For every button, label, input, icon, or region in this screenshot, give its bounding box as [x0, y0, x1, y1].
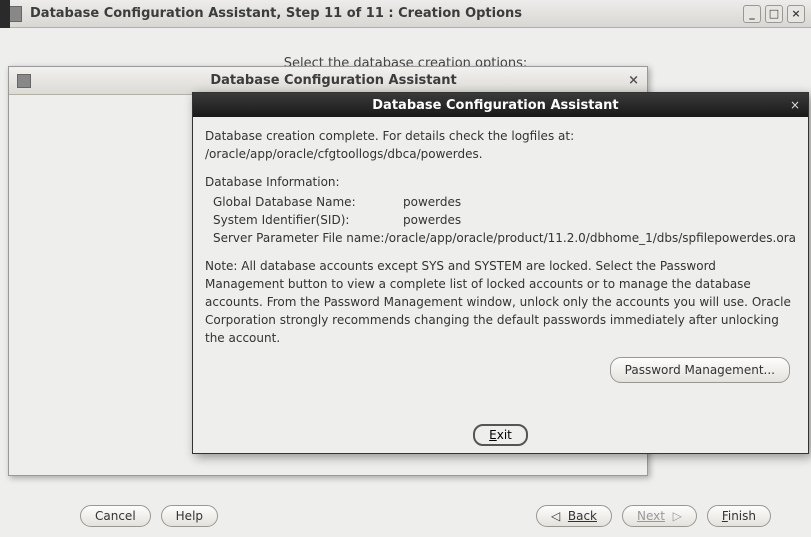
cancel-button[interactable]: Cancel [80, 505, 151, 527]
maximize-button[interactable]: □ [765, 5, 783, 23]
completion-line1: Database creation complete. For details … [205, 129, 574, 143]
back-button[interactable]: ◁ Back [536, 505, 612, 527]
exit-button[interactable]: Exit [473, 424, 528, 446]
close-icon[interactable]: × [790, 98, 800, 112]
next-label: Next [637, 509, 665, 523]
sid-value: powerdes [403, 211, 461, 229]
completion-dialog-body: Database creation complete. For details … [193, 117, 808, 393]
completion-dialog-titlebar: Database Configuration Assistant × [193, 93, 808, 117]
finish-button[interactable]: Finish [707, 505, 771, 527]
close-button[interactable]: × [787, 5, 805, 23]
account-note: Note: All database accounts except SYS a… [205, 257, 796, 347]
wizard-footer: Cancel Help ◁ Back Next ▷ Finish [80, 505, 771, 527]
spf-value: /oracle/app/oracle/product/11.2.0/dbhome… [385, 229, 796, 247]
spf-label: Server Parameter File name: [213, 229, 385, 247]
next-button: Next ▷ [622, 505, 697, 527]
gdn-label: Global Database Name: [213, 193, 403, 211]
gdn-value: powerdes [403, 193, 461, 211]
window-titlebar: Database Configuration Assistant, Step 1… [0, 0, 811, 28]
db-info-header: Database Information: [205, 173, 796, 191]
sid-label: System Identifier(SID): [213, 211, 403, 229]
password-management-button[interactable]: Password Management... [610, 357, 790, 383]
completion-logpath: /oracle/app/oracle/cfgtoollogs/dbca/powe… [205, 147, 483, 161]
progress-dialog-title: Database Configuration Assistant [39, 73, 628, 88]
window-title: Database Configuration Assistant, Step 1… [30, 6, 739, 21]
help-button[interactable]: Help [161, 505, 218, 527]
progress-dialog-titlebar: Database Configuration Assistant × [9, 67, 647, 95]
completion-dialog-title: Database Configuration Assistant [201, 98, 790, 113]
completion-dialog: Database Configuration Assistant × Datab… [192, 92, 809, 454]
dialog-icon [17, 74, 31, 88]
minimize-button[interactable]: _ [743, 5, 761, 23]
back-label: Back [568, 509, 597, 523]
close-icon[interactable]: × [628, 73, 639, 88]
